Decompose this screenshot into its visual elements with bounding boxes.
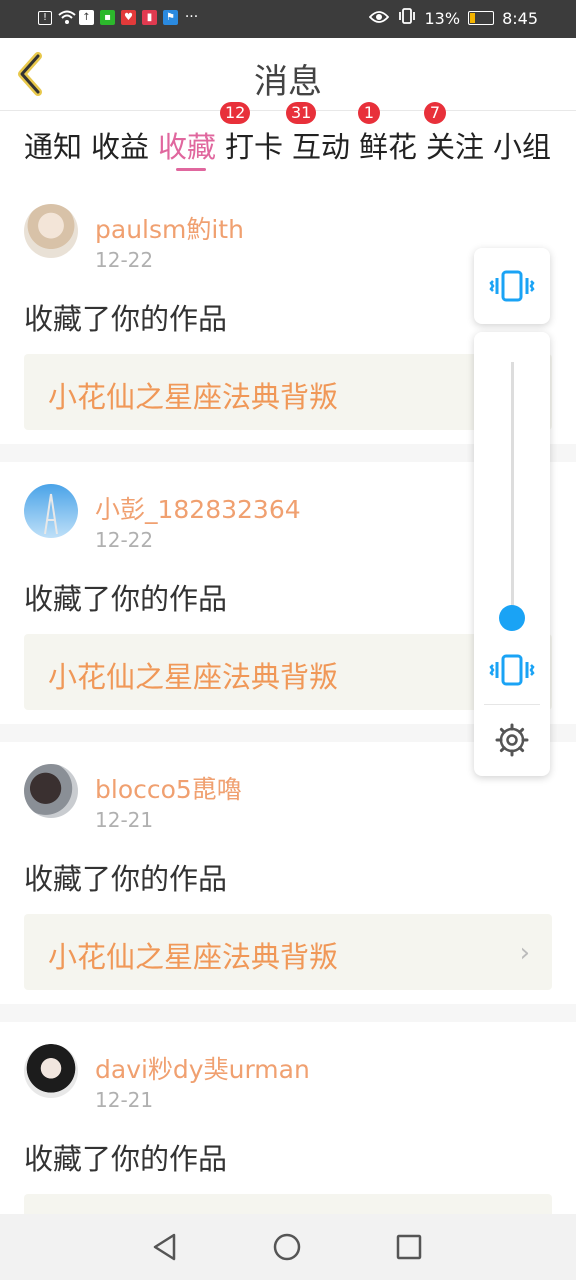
- avatar[interactable]: [24, 1044, 78, 1098]
- date: 12-22: [95, 248, 154, 272]
- wifi-icon: [58, 10, 76, 25]
- work-card[interactable]: 小花仙之星座法典背叛: [24, 634, 552, 710]
- settings-gear-icon[interactable]: [474, 704, 550, 776]
- tab-notifications[interactable]: 通知: [24, 124, 82, 166]
- volume-panel: [474, 332, 550, 776]
- active-tab-indicator: [176, 168, 206, 171]
- action-text: 收藏了你的作品: [24, 582, 228, 616]
- tab-interaction[interactable]: 互动: [292, 124, 350, 166]
- app-heart-icon: ♥: [121, 10, 136, 25]
- work-card[interactable]: 小花仙之星座法典背叛: [24, 354, 552, 430]
- chevron-right-icon: ›: [519, 938, 530, 968]
- header: 消息: [0, 38, 576, 111]
- more-notifications-icon: ···: [184, 9, 199, 25]
- flag-app-icon: ⚑: [163, 10, 178, 25]
- alert-icon: !: [38, 10, 52, 25]
- work-title: 小花仙之星座法典背叛: [48, 940, 339, 974]
- tab-follow-badge: 7: [424, 102, 446, 124]
- tab-interaction-badge: 31: [286, 102, 317, 124]
- action-text: 收藏了你的作品: [24, 862, 228, 896]
- upload-icon: ↑: [79, 10, 94, 25]
- tab-checkin[interactable]: 打卡: [225, 124, 283, 166]
- page-title: 消息: [254, 62, 322, 102]
- ringer-mode-button[interactable]: [474, 248, 550, 324]
- recents-nav-icon[interactable]: [396, 1234, 422, 1260]
- battery-icon: [468, 11, 495, 25]
- volume-slider-thumb[interactable]: [499, 605, 525, 631]
- username[interactable]: blocco5喸嚕: [95, 770, 242, 806]
- work-card[interactable]: 小花仙之星座法典背叛 ›: [24, 914, 552, 990]
- date: 12-21: [95, 1088, 154, 1112]
- username[interactable]: 小彭_182832364: [95, 490, 301, 526]
- back-nav-icon[interactable]: [150, 1232, 180, 1262]
- vibrate-icon: [489, 270, 535, 302]
- tab-groups[interactable]: 小组: [493, 124, 551, 166]
- avatar[interactable]: [24, 204, 78, 258]
- date: 12-21: [95, 808, 154, 832]
- tab-checkin-badge: 12: [220, 102, 251, 124]
- list-item[interactable]: blocco5喸嚕 12-21 收藏了你的作品 小花仙之星座法典背叛 ›: [0, 742, 576, 1004]
- action-text: 收藏了你的作品: [24, 302, 228, 336]
- action-text: 收藏了你的作品: [24, 1142, 228, 1176]
- tab-flowers-badge: 1: [358, 102, 380, 124]
- volume-slider-track[interactable]: [511, 362, 514, 620]
- vibrate-icon: [397, 8, 417, 28]
- vibrate-icon[interactable]: [474, 632, 550, 708]
- eye-icon: [368, 9, 389, 28]
- work-title: 小花仙之星座法典背叛: [48, 660, 339, 694]
- iqiyi-icon: ▪: [100, 10, 115, 25]
- tab-favorites[interactable]: 收藏: [158, 124, 216, 166]
- battery-percent: 13%: [424, 8, 461, 28]
- tab-flowers[interactable]: 鲜花: [359, 124, 417, 166]
- tab-earnings[interactable]: 收益: [91, 124, 149, 166]
- divider: [0, 1004, 576, 1022]
- status-bar-left: ! ↑ ▪ ♥ ▮ ⚑ ···: [38, 10, 199, 25]
- home-nav-icon[interactable]: [272, 1232, 302, 1262]
- username[interactable]: davi粆dy猆urman: [95, 1050, 310, 1086]
- username[interactable]: paulsm魡ith: [95, 210, 244, 246]
- avatar[interactable]: [24, 764, 78, 818]
- tab-follow[interactable]: 关注: [426, 124, 484, 166]
- status-bar-right: 13% 8:45: [368, 8, 538, 28]
- avatar[interactable]: [24, 484, 78, 538]
- clock: 8:45: [502, 8, 538, 28]
- date: 12-22: [95, 528, 154, 552]
- system-nav-bar: [0, 1214, 576, 1280]
- work-title: 小花仙之星座法典背叛: [48, 380, 339, 414]
- eiffel-tower-icon: [44, 493, 58, 535]
- book-app-icon: ▮: [142, 10, 157, 25]
- status-bar: ! ↑ ▪ ♥ ▮ ⚑ ··· 13% 8:45: [0, 0, 576, 38]
- tab-bar: 通知 收益 收藏 打卡 互动 鲜花 关注 小组: [0, 112, 576, 174]
